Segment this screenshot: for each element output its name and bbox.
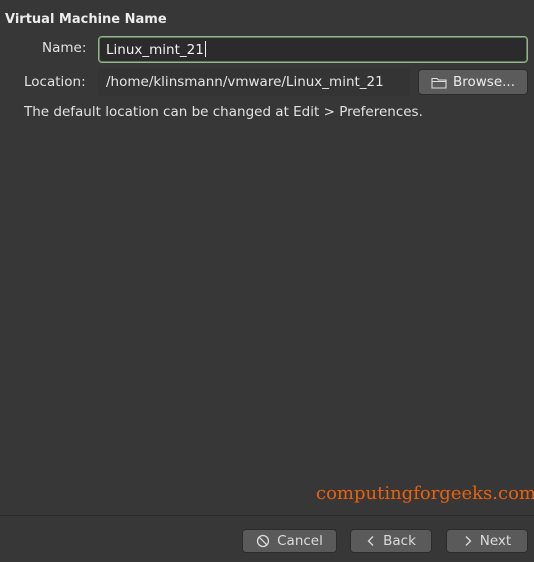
- folder-icon: [431, 76, 447, 89]
- section-title: Virtual Machine Name: [5, 12, 167, 27]
- cancel-circle-icon: [256, 534, 270, 548]
- footer-divider: [0, 515, 534, 516]
- next-button[interactable]: Next: [446, 529, 528, 553]
- location-field[interactable]: /home/klinsmann/vmware/Linux_mint_21: [98, 68, 410, 96]
- chevron-left-icon: [366, 535, 376, 547]
- cancel-button-label: Cancel: [277, 533, 323, 549]
- name-label: Name:: [42, 40, 87, 56]
- location-label: Location:: [24, 74, 86, 90]
- name-input-value: Linux_mint_21: [106, 42, 204, 58]
- info-text: The default location can be changed at E…: [24, 104, 423, 120]
- back-button[interactable]: Back: [350, 529, 432, 553]
- watermark: computingforgeeks.com: [316, 483, 534, 504]
- back-button-label: Back: [383, 533, 416, 549]
- next-button-label: Next: [479, 533, 512, 549]
- name-input[interactable]: Linux_mint_21: [98, 36, 528, 63]
- chevron-right-icon: [463, 535, 473, 547]
- text-caret: [204, 41, 206, 57]
- browse-button-label: Browse...: [452, 74, 516, 90]
- browse-button[interactable]: Browse...: [418, 69, 528, 95]
- cancel-button[interactable]: Cancel: [242, 529, 337, 553]
